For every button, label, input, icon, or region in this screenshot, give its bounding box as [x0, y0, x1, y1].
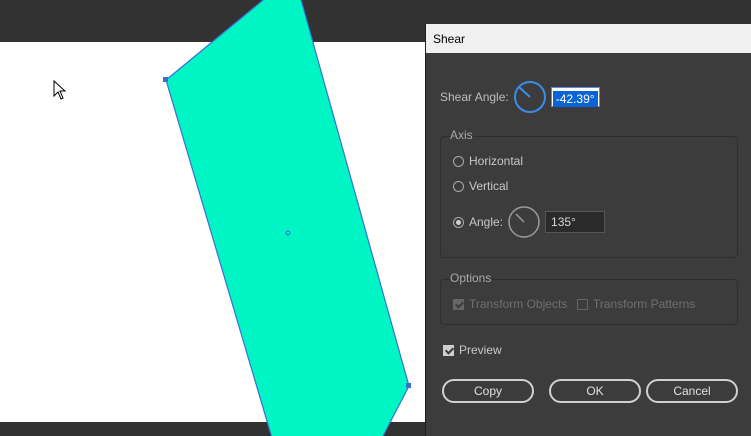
vertical-radio[interactable] — [453, 180, 464, 192]
transform-patterns-checkbox — [577, 298, 588, 310]
cancel-button[interactable]: Cancel — [646, 379, 738, 403]
ok-button-label: OK — [586, 384, 604, 398]
angle-radio[interactable] — [453, 216, 464, 228]
dialog-title: Shear — [433, 31, 466, 46]
shear-angle-row: Shear Angle: -42.39° — [440, 80, 600, 114]
shear-angle-value: -42.39° — [552, 91, 598, 107]
copy-button[interactable]: Copy — [442, 379, 534, 403]
preview-checkbox[interactable] — [443, 344, 454, 356]
axis-option-vertical[interactable]: Vertical — [453, 179, 508, 193]
dialog-titlebar[interactable]: Shear — [426, 24, 751, 53]
options-group-title: Options — [450, 271, 492, 285]
transform-objects-label: Transform Objects — [469, 297, 568, 311]
sheared-shape[interactable] — [165, 0, 410, 436]
shear-angle-label: Shear Angle: — [440, 90, 509, 104]
axis-option-angle[interactable]: Angle: 135° — [453, 205, 606, 239]
shear-dialog: Shear Shear Angle: -42.39° Axis Horizont… — [425, 24, 751, 436]
horizontal-radio[interactable] — [453, 155, 464, 167]
anchor-point-top-left[interactable] — [163, 77, 168, 82]
cancel-button-label: Cancel — [673, 384, 711, 398]
shear-angle-input[interactable]: -42.39° — [550, 87, 600, 107]
shear-angle-dial-icon[interactable] — [513, 80, 547, 114]
axis-angle-value: 135° — [551, 215, 576, 229]
axis-angle-input[interactable]: 135° — [545, 211, 606, 233]
copy-button-label: Copy — [473, 384, 502, 398]
cursor-arrow-icon — [53, 80, 67, 100]
transform-patterns-label: Transform Patterns — [593, 297, 696, 311]
axis-angle-dial-icon[interactable] — [507, 205, 541, 239]
axis-option-horizontal[interactable]: Horizontal — [453, 154, 523, 168]
transform-objects-option: Transform Objects — [453, 297, 567, 311]
preview-label: Preview — [459, 343, 502, 357]
angle-label: Angle: — [469, 215, 504, 229]
horizontal-label: Horizontal — [469, 154, 524, 168]
vertical-label: Vertical — [469, 179, 509, 193]
preview-option[interactable]: Preview — [443, 343, 502, 357]
anchor-point-bottom-right[interactable] — [406, 383, 411, 388]
transform-objects-checkbox — [453, 298, 464, 310]
transform-patterns-option: Transform Patterns — [577, 297, 695, 311]
ok-button[interactable]: OK — [549, 379, 641, 403]
axis-group-title: Axis — [450, 128, 473, 142]
